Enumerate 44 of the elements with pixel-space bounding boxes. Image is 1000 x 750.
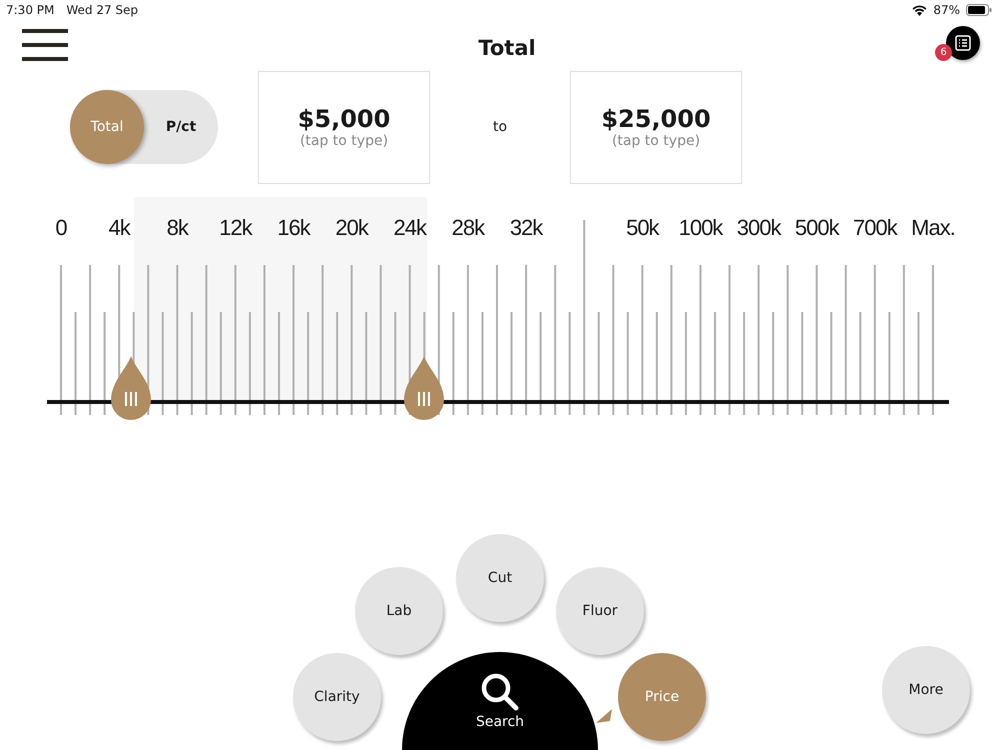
scale-label: Max. <box>911 215 955 241</box>
scale-label: 50k <box>626 215 659 241</box>
more-button[interactable]: More <box>882 646 970 734</box>
slider-handle[interactable] <box>402 356 446 422</box>
scale-label: 500k <box>794 215 839 241</box>
price-hint: (tap to type) <box>612 133 700 149</box>
menu-button[interactable] <box>22 29 68 61</box>
filter-bubble[interactable]: Cut <box>456 534 544 622</box>
max-price-box[interactable]: $25,000 (tap to type) <box>570 70 742 184</box>
scale-label: 24k <box>394 215 426 241</box>
search-button[interactable]: Search <box>402 652 598 750</box>
scale-label: 100k <box>678 215 722 241</box>
list-button[interactable] <box>946 26 980 60</box>
scale-label: 12k <box>219 215 252 241</box>
menu-icon <box>22 29 68 61</box>
price-value: $25,000 <box>601 105 711 133</box>
price-value: $5,000 <box>298 105 390 133</box>
range-separator: to <box>492 119 508 135</box>
filter-bubble[interactable]: Clarity <box>293 653 381 741</box>
price-hint: (tap to type) <box>300 133 388 149</box>
mode-option[interactable]: P/ct <box>144 90 218 164</box>
wifi-icon <box>912 4 928 16</box>
scale-label: 4k <box>108 215 130 241</box>
battery-icon <box>966 4 992 16</box>
status-date: Wed 27 Sep <box>66 3 138 17</box>
scale-label: 8k <box>166 215 188 241</box>
list-icon <box>955 35 971 51</box>
page-title: Total <box>478 36 536 60</box>
status-time: 7:30 PM <box>6 3 54 17</box>
filter-bubble[interactable]: Lab <box>355 567 443 655</box>
scale-label: 700k <box>853 215 897 241</box>
scale-label: 20k <box>335 215 368 241</box>
filter-bubble[interactable]: Fluor <box>556 567 644 655</box>
battery-percent: 87% <box>933 3 960 17</box>
search-icon <box>480 672 520 712</box>
pointer-icon <box>596 709 612 723</box>
min-price-box[interactable]: $5,000 (tap to type) <box>258 70 430 184</box>
scale-label: 0 <box>55 215 67 241</box>
slider-handle[interactable] <box>108 356 153 422</box>
scale-label: 16k <box>277 215 310 241</box>
scale-label: 28k <box>452 215 484 241</box>
scale-label: 32k <box>510 215 542 241</box>
scale-label: 300k <box>736 215 780 241</box>
count-badge: 6 <box>935 44 952 61</box>
